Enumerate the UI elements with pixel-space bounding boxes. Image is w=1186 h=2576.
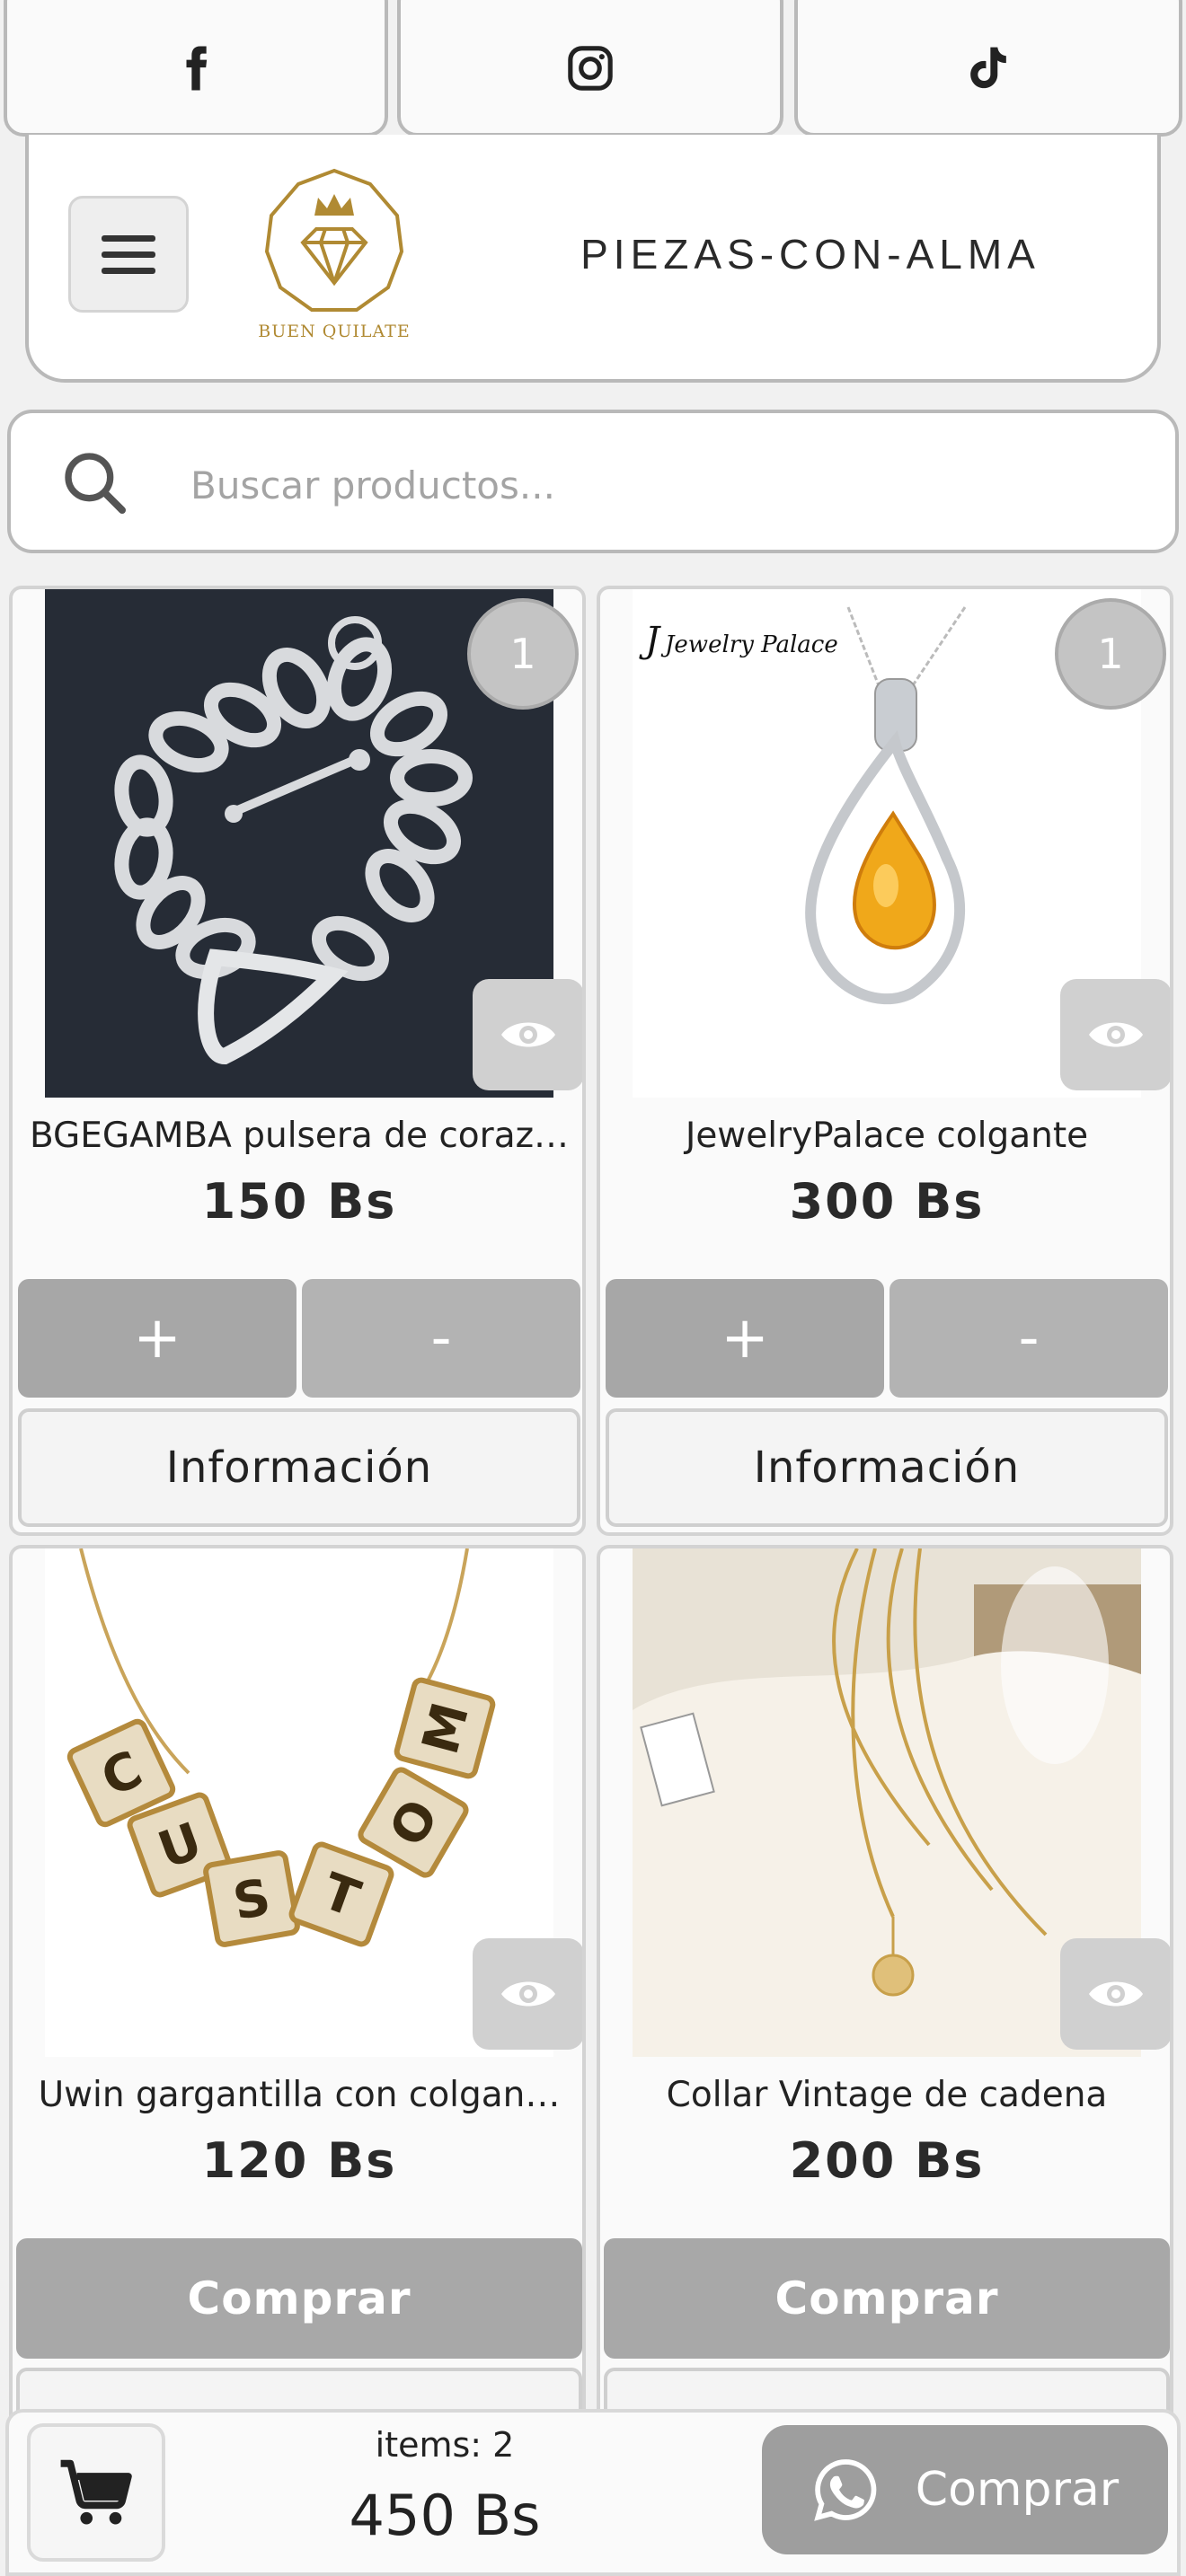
shop-name: PIEZAS-CON-ALMA	[580, 231, 1040, 278]
quick-view-button[interactable]	[473, 979, 582, 1090]
header: BUEN QUILATE PIEZAS-CON-ALMA	[25, 135, 1161, 383]
eye-icon	[501, 1022, 555, 1047]
quick-view-button[interactable]	[1060, 1938, 1170, 2050]
product-card: Collar Vintage de cadena 200 Bs Comprar	[597, 1545, 1173, 2497]
whatsapp-icon	[813, 2459, 877, 2521]
whatsapp-buy-label: Comprar	[915, 2463, 1120, 2517]
eye-icon	[501, 1981, 555, 2007]
search-input[interactable]	[190, 453, 1089, 517]
product-card: C U S T O M Uwin gargantilla con colgan……	[9, 1545, 586, 2497]
cart-total: 450 Bs	[349, 2483, 541, 2548]
info-button[interactable]: Información	[606, 1408, 1168, 1527]
product-price: 150 Bs	[201, 1173, 397, 1230]
search-bar	[7, 410, 1179, 553]
quick-view-button[interactable]	[1060, 979, 1170, 1090]
product-price: 300 Bs	[789, 1173, 985, 1230]
product-name: Uwin gargantilla con colgan…	[38, 2075, 561, 2115]
increase-quantity-button[interactable]: +	[606, 1279, 884, 1398]
brand-logo	[264, 168, 404, 312]
quick-view-button[interactable]	[473, 1938, 582, 2050]
facebook-icon	[186, 46, 208, 91]
info-button[interactable]: Información	[18, 1408, 580, 1527]
hamburger-menu-button[interactable]	[68, 196, 189, 313]
eye-icon	[1089, 1022, 1143, 1047]
social-bar	[0, 0, 1186, 140]
product-card: J Jewelry Palace 1 JewelryPalace colgant…	[597, 586, 1173, 1536]
decrease-quantity-button[interactable]: -	[890, 1279, 1168, 1398]
buy-button[interactable]: Comprar	[16, 2238, 582, 2359]
hamburger-menu-icon	[102, 234, 155, 242]
tiktok-icon	[970, 47, 1006, 89]
cart-button[interactable]	[27, 2423, 165, 2562]
whatsapp-buy-button[interactable]: Comprar	[762, 2425, 1168, 2554]
search-icon[interactable]	[59, 447, 131, 519]
eye-icon	[1089, 1981, 1143, 2007]
product-name: BGEGAMBA pulsera de coraz…	[29, 1116, 570, 1156]
instagram-button[interactable]	[397, 0, 783, 137]
product-name: Collar Vintage de cadena	[666, 2075, 1108, 2115]
tiktok-button[interactable]	[794, 0, 1182, 137]
shopping-cart-icon	[60, 2459, 132, 2525]
logo-text: BUEN QUILATE	[258, 322, 411, 341]
product-price: 120 Bs	[201, 2132, 397, 2189]
product-price: 200 Bs	[789, 2132, 985, 2189]
cart-items-count: items: 2	[375, 2425, 515, 2465]
quantity-badge: 1	[467, 598, 579, 710]
facebook-button[interactable]	[4, 0, 388, 137]
quantity-badge: 1	[1055, 598, 1166, 710]
increase-quantity-button[interactable]: +	[18, 1279, 296, 1398]
app-page: BUEN QUILATE PIEZAS-CON-ALMA Buscar prod…	[0, 0, 1186, 2576]
buy-button[interactable]: Comprar	[604, 2238, 1170, 2359]
cart-bar: items: 2 450 Bs Comprar	[5, 2409, 1181, 2576]
decrease-quantity-button[interactable]: -	[302, 1279, 580, 1398]
svg-text:J: J	[639, 620, 661, 661]
instagram-icon	[568, 46, 613, 91]
product-name: JewelryPalace colgante	[685, 1116, 1089, 1156]
product-card: 1 BGEGAMBA pulsera de coraz… 150 Bs + - …	[9, 586, 586, 1536]
watermark-text: Jewelry Palace	[660, 631, 838, 658]
